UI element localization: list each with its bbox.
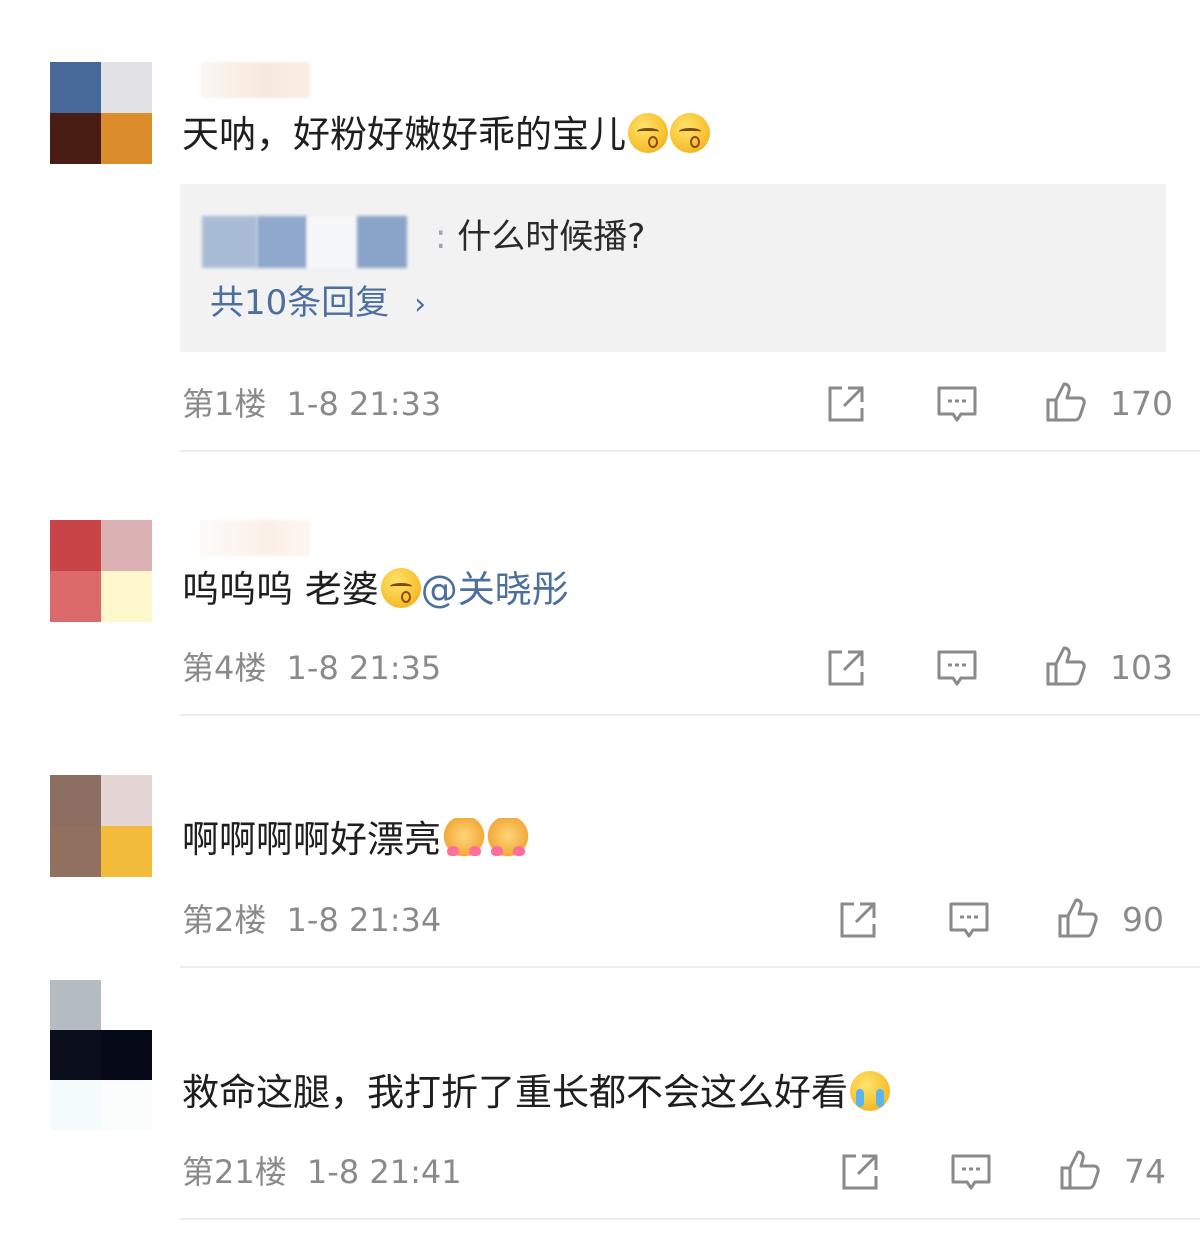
comment-text: 呜呜呜 老婆 — [182, 568, 379, 611]
avatar[interactable] — [50, 775, 152, 877]
comment-time: 1-8 21:41 — [306, 1153, 462, 1191]
like-count: 103 — [1110, 648, 1173, 687]
comment-meta: 第2楼 1-8 21:34 — [182, 900, 441, 940]
share-icon[interactable] — [824, 646, 868, 690]
comment-meta: 第4楼 1-8 21:35 — [182, 648, 441, 688]
like-count: 170 — [1110, 384, 1173, 423]
divider — [180, 1218, 1200, 1220]
username-blurred[interactable] — [200, 62, 310, 98]
floor-number: 第2楼 — [182, 901, 267, 939]
comment-list: 天呐，好粉好嫩好乖的宝儿 : 什么时候播? 共10条回复 › 第1楼 1-8 2… — [0, 0, 1200, 1234]
comment-time: 1-8 21:35 — [286, 649, 442, 687]
thumbs-up-icon[interactable] — [1044, 644, 1088, 688]
reply-preview-box[interactable]: : 什么时候播? 共10条回复 › — [180, 184, 1166, 352]
comment-content: 呜呜呜 老婆 @关晓彤 — [182, 565, 1170, 615]
reply-text: : 什么时候播? — [435, 214, 645, 260]
divider — [180, 450, 1200, 452]
kiss-face-emoji-icon — [628, 113, 668, 153]
floor-number: 第21楼 — [182, 1153, 287, 1191]
comment-meta: 第1楼 1-8 21:33 — [182, 384, 441, 424]
comment-text: 救命这腿，我打折了重长都不会这么好看 — [182, 1071, 848, 1114]
divider — [180, 966, 1200, 968]
avatar[interactable] — [50, 520, 152, 622]
floor-number: 第1楼 — [182, 385, 267, 423]
cat-heart-emoji-icon — [443, 818, 485, 858]
kiss-face-emoji-icon — [380, 568, 421, 608]
view-all-replies-link[interactable]: 共10条回复 › — [210, 280, 426, 328]
comment-meta: 第21楼 1-8 21:41 — [182, 1152, 462, 1192]
avatar[interactable] — [50, 980, 152, 1130]
comment-icon[interactable] — [949, 1150, 993, 1194]
avatar[interactable] — [50, 62, 152, 164]
comment-time: 1-8 21:34 — [286, 901, 442, 939]
comment-text: 天呐，好粉好嫩好乖的宝儿 — [182, 113, 626, 156]
reply-count-label: 共10条回复 — [210, 283, 390, 323]
comment-icon[interactable] — [947, 898, 991, 942]
cat-heart-emoji-icon — [487, 818, 529, 858]
like-count: 74 — [1124, 1152, 1166, 1191]
reply-username-blurred[interactable] — [202, 216, 412, 268]
like-count: 90 — [1122, 900, 1164, 939]
username-blurred[interactable] — [200, 520, 310, 556]
chevron-right-icon: › — [414, 287, 427, 322]
thumbs-up-icon[interactable] — [1058, 1148, 1102, 1192]
share-icon[interactable] — [824, 382, 868, 426]
comment-content: 天呐，好粉好嫩好乖的宝儿 — [182, 110, 1170, 160]
comment-content: 救命这腿，我打折了重长都不会这么好看 — [182, 1068, 1170, 1118]
comment-icon[interactable] — [935, 382, 979, 426]
mention-link[interactable]: @关晓彤 — [421, 568, 569, 611]
comment-icon[interactable] — [935, 646, 979, 690]
crying-face-emoji-icon — [850, 1071, 890, 1111]
kiss-face-emoji-icon — [670, 113, 710, 153]
thumbs-up-icon[interactable] — [1044, 380, 1088, 424]
divider — [180, 714, 1200, 716]
share-icon[interactable] — [836, 898, 880, 942]
comment-time: 1-8 21:33 — [286, 385, 442, 423]
comment-content: 啊啊啊啊好漂亮 — [182, 815, 1170, 865]
share-icon[interactable] — [838, 1150, 882, 1194]
comment-text: 啊啊啊啊好漂亮 — [182, 818, 441, 861]
reply-separator: : — [435, 217, 447, 257]
reply-content: 什么时候播? — [457, 217, 646, 257]
thumbs-up-icon[interactable] — [1056, 896, 1100, 940]
floor-number: 第4楼 — [182, 649, 267, 687]
